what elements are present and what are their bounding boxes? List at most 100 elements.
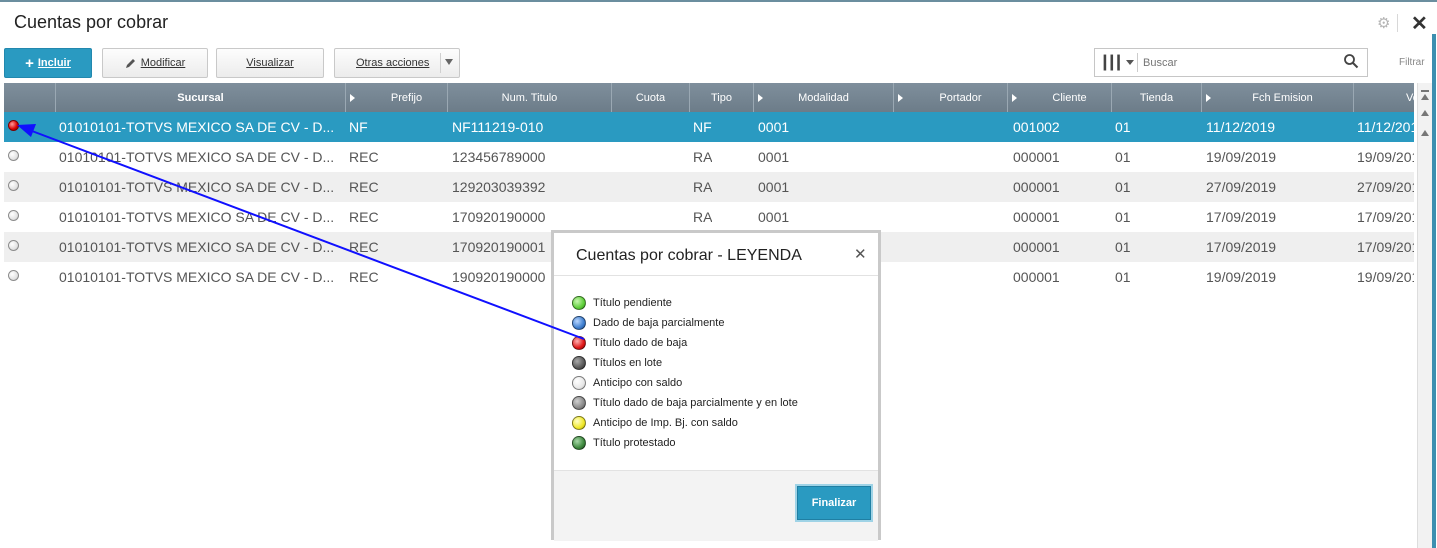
legend-label: Dado de baja parcialmente [593, 317, 725, 329]
col-tienda-label: Tienda [1139, 91, 1174, 104]
otras-acciones-label: Otras acciones [356, 57, 430, 69]
incluir-button[interactable]: + Incluir [4, 48, 92, 78]
sort-icon [898, 94, 903, 102]
cell-num-titulo: NF111219-010 [452, 119, 544, 135]
scroll-up-icon[interactable] [1421, 130, 1429, 136]
col-portador[interactable]: Portador [894, 83, 1008, 112]
red-ball-icon [572, 336, 586, 350]
col-tienda[interactable]: Tienda [1112, 83, 1202, 112]
cell-vencimiento: 27/09/2019 [1357, 179, 1414, 195]
cell-prefijo: REC [349, 179, 379, 195]
cell-tienda: 01 [1115, 239, 1131, 255]
sort-icon [758, 94, 763, 102]
window-right-border [1432, 34, 1436, 548]
sort-icon [350, 94, 355, 102]
cell-sucursal: 01010101-TOTVS MEXICO SA DE CV - D... [59, 149, 335, 165]
col-tipo[interactable]: Tipo [690, 83, 754, 112]
cell-sucursal: 01010101-TOTVS MEXICO SA DE CV - D... [59, 209, 335, 225]
blue-ball-icon [572, 316, 586, 330]
header-divider [1397, 14, 1398, 32]
col-sucursal-label: Sucursal [177, 91, 224, 104]
cell-tipo: NF [693, 119, 712, 135]
cell-cliente: 000001 [1013, 149, 1060, 165]
gear-icon[interactable]: ⚙ [1377, 14, 1390, 32]
col-fch-emision-label: Fch Emision [1252, 91, 1313, 104]
search-input[interactable] [1141, 52, 1335, 74]
search-divider [1137, 53, 1138, 72]
cell-prefijo: REC [349, 239, 379, 255]
col-vencimiento[interactable]: Ve [1354, 83, 1414, 112]
cell-cliente: 000001 [1013, 269, 1060, 285]
finalizar-button[interactable]: Finalizar [797, 486, 871, 520]
status-white-icon[interactable] [8, 240, 19, 251]
chevron-down-icon [445, 59, 453, 65]
cell-sucursal: 01010101-TOTVS MEXICO SA DE CV - D... [59, 119, 335, 135]
cell-tienda: 01 [1115, 269, 1131, 285]
status-red-icon[interactable] [8, 120, 19, 131]
cell-fch-emision: 17/09/2019 [1206, 209, 1277, 225]
chevron-down-icon[interactable] [1126, 60, 1134, 65]
legend-divider [554, 275, 878, 276]
col-cliente-label: Cliente [1052, 91, 1087, 104]
cell-cliente: 000001 [1013, 209, 1060, 225]
col-prefijo-label: Prefijo [390, 91, 423, 104]
cell-num-titulo: 190920190000 [452, 269, 546, 285]
status-white-icon[interactable] [8, 270, 19, 281]
plus-icon: + [25, 54, 34, 72]
legend-label: Título dado de baja [593, 337, 688, 349]
col-cliente[interactable]: Cliente [1008, 83, 1112, 112]
cell-vencimiento: 19/09/2019 [1357, 149, 1414, 165]
visualizar-button[interactable]: Visualizar [216, 48, 324, 78]
table-row[interactable]: 01010101-TOTVS MEXICO SA DE CV - D... RE… [4, 142, 1414, 172]
table-row[interactable]: 01010101-TOTVS MEXICO SA DE CV - D... RE… [4, 172, 1414, 202]
search-icon[interactable] [1343, 53, 1359, 69]
status-white-icon[interactable] [8, 210, 19, 221]
col-fch-emision[interactable]: Fch Emision [1202, 83, 1354, 112]
sort-icon [1012, 94, 1017, 102]
page-title: Cuentas por cobrar [14, 12, 169, 32]
col-prefijo[interactable]: Prefijo [346, 83, 448, 112]
cell-tipo: RA [693, 149, 713, 165]
col-modalidad-label: Modalidad [798, 91, 849, 104]
status-white-icon[interactable] [8, 150, 19, 161]
sort-icon [1206, 94, 1211, 102]
col-status[interactable] [4, 83, 56, 112]
table-row[interactable]: 01010101-TOTVS MEXICO SA DE CV - D... RE… [4, 202, 1414, 232]
cell-vencimiento: 19/09/2019 [1357, 269, 1414, 285]
col-tipo-label: Tipo [711, 91, 732, 104]
cell-cliente: 001002 [1013, 119, 1060, 135]
col-ve-label: Ve [1406, 91, 1414, 104]
white-ball-icon [572, 376, 586, 390]
modificar-label: Modificar [140, 57, 186, 69]
incluir-label: Incluir [37, 57, 71, 69]
cell-sucursal: 01010101-TOTVS MEXICO SA DE CV - D... [59, 239, 335, 255]
col-cuota-label: Cuota [635, 91, 666, 104]
col-modalidad[interactable]: Modalidad [754, 83, 894, 112]
dropdown-divider [440, 53, 441, 73]
col-sucursal[interactable]: Sucursal [56, 83, 346, 112]
legend-label: Título dado de baja parcialmente y en lo… [593, 397, 798, 409]
otras-acciones-button[interactable]: Otras acciones [334, 48, 460, 78]
table-row[interactable]: 01010101-TOTVS MEXICO SA DE CV - D... NF… [4, 112, 1414, 142]
cell-prefijo: REC [349, 269, 379, 285]
cell-modalidad: 0001 [758, 119, 790, 135]
cell-num-titulo: 170920190001 [452, 239, 546, 255]
dark-gray-ball-icon [572, 356, 586, 370]
scroll-up-arrow-icon[interactable] [1421, 110, 1429, 116]
columns-icon[interactable]: ┃┃┃ [1101, 55, 1123, 71]
close-icon[interactable]: ✕ [854, 245, 867, 263]
pencil-icon [125, 59, 135, 68]
modificar-button[interactable]: Modificar [102, 48, 208, 78]
col-num-titulo[interactable]: Num. Titulo [448, 83, 612, 112]
cell-sucursal: 01010101-TOTVS MEXICO SA DE CV - D... [59, 269, 335, 285]
close-icon[interactable]: ✕ [1411, 11, 1428, 36]
scroll-top-icon[interactable] [1421, 90, 1429, 92]
col-cuota[interactable]: Cuota [612, 83, 690, 112]
vertical-scrollbar[interactable] [1417, 83, 1432, 548]
cell-vencimiento: 11/12/2019 [1357, 119, 1414, 135]
scroll-top-arrow-icon[interactable] [1421, 94, 1429, 100]
cell-cliente: 000001 [1013, 179, 1060, 195]
status-white-icon[interactable] [8, 180, 19, 191]
cell-fch-emision: 19/09/2019 [1206, 269, 1277, 285]
filtrar-link[interactable]: Filtrar [1399, 57, 1425, 68]
